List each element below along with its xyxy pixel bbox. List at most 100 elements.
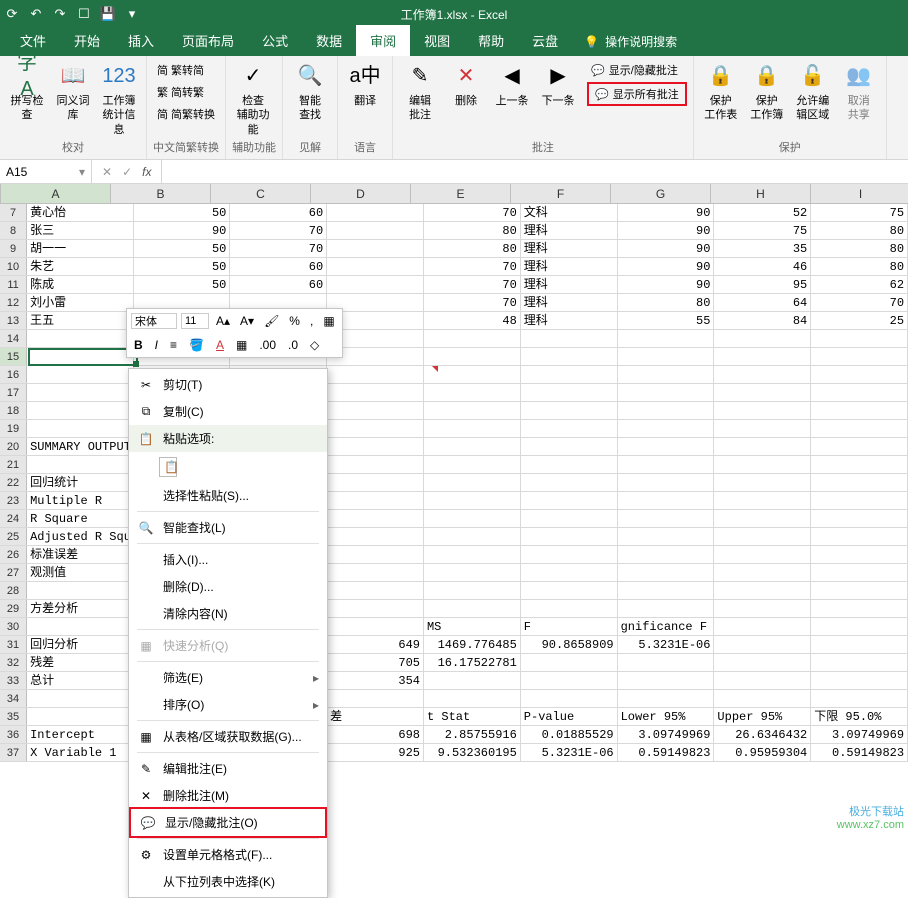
row-header[interactable]: 8 [0, 222, 27, 239]
cell[interactable] [327, 384, 424, 401]
cell[interactable] [327, 366, 424, 383]
ctx-delete[interactable]: 删除(D)... [129, 573, 327, 600]
align-icon[interactable]: ≡ [167, 337, 180, 353]
cell[interactable]: 90 [134, 222, 231, 239]
qat-dropdown-icon[interactable]: ▾ [124, 6, 140, 22]
cell[interactable] [27, 618, 133, 635]
cell[interactable] [714, 636, 811, 653]
cell[interactable]: 70 [811, 294, 908, 311]
cell[interactable] [714, 474, 811, 491]
cell[interactable] [811, 366, 908, 383]
cell[interactable]: 王五 [27, 312, 133, 329]
cell[interactable]: 50 [134, 240, 231, 257]
cell[interactable]: SUMMARY OUTPUT [27, 438, 133, 455]
cell[interactable]: 残差 [27, 654, 133, 671]
cell[interactable]: 2.85755916 [424, 726, 521, 743]
cell[interactable]: 90 [618, 222, 715, 239]
cell[interactable] [327, 618, 424, 635]
cell[interactable] [327, 492, 424, 509]
cell[interactable] [618, 600, 715, 617]
cell[interactable] [521, 366, 618, 383]
chinese-convert-button[interactable]: 简 简繁转换 [153, 104, 219, 124]
cell[interactable] [521, 546, 618, 563]
cell[interactable] [521, 492, 618, 509]
cell[interactable]: 46 [714, 258, 811, 275]
cell[interactable] [714, 456, 811, 473]
column-header[interactable]: F [511, 184, 611, 203]
cell[interactable] [327, 546, 424, 563]
touch-mode-icon[interactable]: ☐ [76, 6, 92, 22]
row-header[interactable]: 26 [0, 546, 27, 563]
cell[interactable]: 90 [618, 258, 715, 275]
cell[interactable]: 60 [230, 276, 327, 293]
cell[interactable]: 50 [134, 258, 231, 275]
cell[interactable]: 55 [618, 312, 715, 329]
cell[interactable] [618, 582, 715, 599]
clear-format-icon[interactable]: ◇ [307, 337, 322, 353]
cell[interactable] [27, 420, 133, 437]
row-header[interactable]: 21 [0, 456, 27, 473]
border-icon[interactable]: ▦ [233, 337, 250, 353]
cell[interactable] [521, 330, 618, 347]
ctx-insert[interactable]: 插入(I)... [129, 546, 327, 573]
cell[interactable]: Intercept [27, 726, 133, 743]
cell[interactable] [714, 384, 811, 401]
edit-comment-button[interactable]: ✎编辑 批注 [399, 60, 441, 123]
cell[interactable]: 80 [424, 240, 521, 257]
cell[interactable] [521, 402, 618, 419]
cell[interactable] [424, 348, 521, 365]
chevron-down-icon[interactable]: ▾ [79, 165, 85, 179]
cell[interactable]: 705 [327, 654, 424, 671]
cell[interactable] [521, 654, 618, 671]
ctx-clear[interactable]: 清除内容(N) [129, 600, 327, 627]
cell[interactable] [424, 456, 521, 473]
cell[interactable]: 文科 [521, 204, 618, 221]
spellcheck-button[interactable]: 字A拼写检查 [6, 60, 48, 123]
row-header[interactable]: 32 [0, 654, 27, 671]
cell[interactable] [424, 402, 521, 419]
autosave-icon[interactable]: ⟳ [4, 6, 20, 22]
cell[interactable] [811, 528, 908, 545]
cell[interactable] [714, 510, 811, 527]
cell[interactable]: 3.09749969 [618, 726, 715, 743]
cell[interactable]: 回归统计 [27, 474, 133, 491]
cell[interactable] [618, 330, 715, 347]
ctx-get-data[interactable]: ▦从表格/区域获取数据(G)... [129, 723, 327, 750]
tell-me-search[interactable]: 💡 操作说明搜索 [572, 27, 689, 56]
increase-font-icon[interactable]: A▴ [213, 313, 233, 329]
workbook-stats-button[interactable]: 123工作簿 统计信息 [98, 60, 140, 137]
enter-formula-icon[interactable]: ✓ [122, 165, 132, 179]
cell[interactable] [618, 456, 715, 473]
cell[interactable]: 75 [714, 222, 811, 239]
cell[interactable] [618, 438, 715, 455]
cell[interactable]: 90 [618, 276, 715, 293]
cell[interactable] [618, 672, 715, 689]
cell[interactable]: 5.3231E-06 [618, 636, 715, 653]
ctx-paste-special[interactable]: 选择性粘贴(S)... [129, 482, 327, 509]
tab-insert[interactable]: 插入 [114, 25, 168, 56]
percent-icon[interactable]: % [286, 313, 303, 329]
cell[interactable] [811, 438, 908, 455]
column-header[interactable]: I [811, 184, 908, 203]
cell[interactable] [811, 330, 908, 347]
cell[interactable]: 方差分析 [27, 600, 133, 617]
cell[interactable] [27, 582, 133, 599]
cell[interactable] [424, 384, 521, 401]
cell[interactable]: 80 [811, 222, 908, 239]
cell[interactable]: R Square [27, 510, 133, 527]
cell[interactable]: Multiple R [27, 492, 133, 509]
cell[interactable] [27, 708, 133, 725]
ctx-pick-from-list[interactable]: 从下拉列表中选择(K) [129, 868, 327, 895]
cell[interactable] [424, 510, 521, 527]
cell[interactable] [714, 582, 811, 599]
cell[interactable] [424, 600, 521, 617]
cell[interactable] [424, 672, 521, 689]
cell[interactable] [811, 690, 908, 707]
cell[interactable]: 62 [811, 276, 908, 293]
row-header[interactable]: 30 [0, 618, 27, 635]
cell[interactable]: 90.8658909 [521, 636, 618, 653]
cell[interactable] [521, 420, 618, 437]
cell[interactable] [811, 636, 908, 653]
cell[interactable] [714, 564, 811, 581]
cell[interactable] [424, 546, 521, 563]
